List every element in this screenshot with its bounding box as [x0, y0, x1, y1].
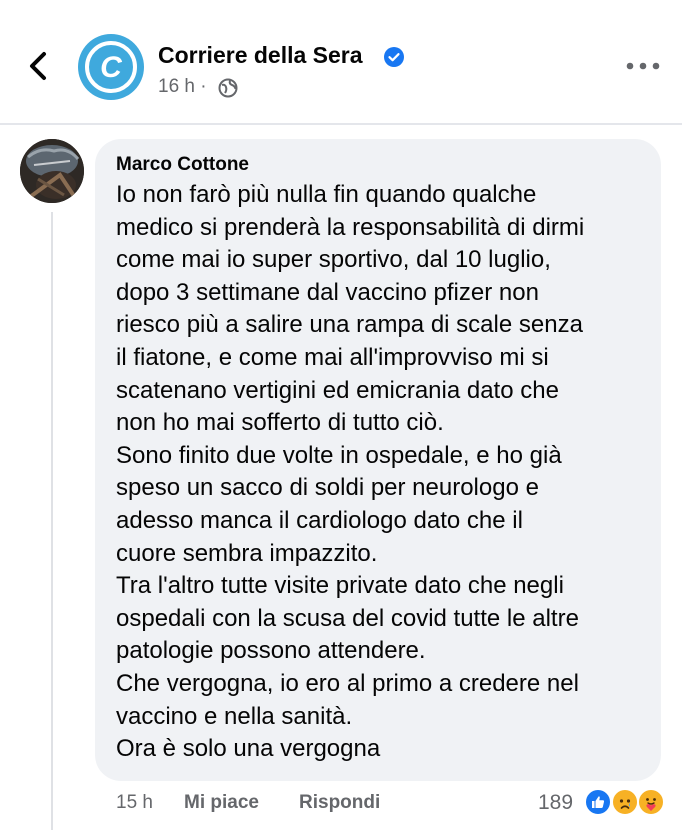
- commenter-avatar[interactable]: [20, 139, 84, 203]
- sad-reaction-icon[interactable]: [611, 788, 639, 816]
- like-reaction-icon[interactable]: [584, 788, 612, 816]
- comment-text: Io non farò più nulla fin quando qualche…: [116, 181, 585, 763]
- svg-text:C: C: [100, 51, 123, 84]
- care-reaction-icon[interactable]: [637, 788, 665, 816]
- comment-time[interactable]: 15 h: [116, 792, 153, 814]
- more-horizontal-icon[interactable]: [625, 58, 661, 74]
- reply-button[interactable]: Rispondi: [299, 792, 380, 814]
- post-time[interactable]: 16 h ·: [158, 76, 207, 98]
- reaction-count[interactable]: 189: [538, 791, 573, 815]
- comment-bubble: Marco Cottone Io non farò più nulla fin …: [95, 139, 661, 781]
- chevron-left-icon[interactable]: [24, 48, 54, 84]
- verified-badge-icon: [384, 47, 404, 67]
- like-button[interactable]: Mi piace: [184, 792, 259, 814]
- header-divider: [0, 123, 682, 125]
- corriere-logo-icon: C: [85, 41, 137, 93]
- thread-line: [51, 212, 53, 830]
- globe-icon: [218, 78, 238, 98]
- page-name[interactable]: Corriere della Sera: [158, 42, 363, 69]
- comment-author[interactable]: Marco Cottone: [116, 154, 249, 176]
- post-header: C Corriere della Sera 16 h ·: [0, 0, 682, 124]
- page-avatar[interactable]: C: [78, 34, 144, 100]
